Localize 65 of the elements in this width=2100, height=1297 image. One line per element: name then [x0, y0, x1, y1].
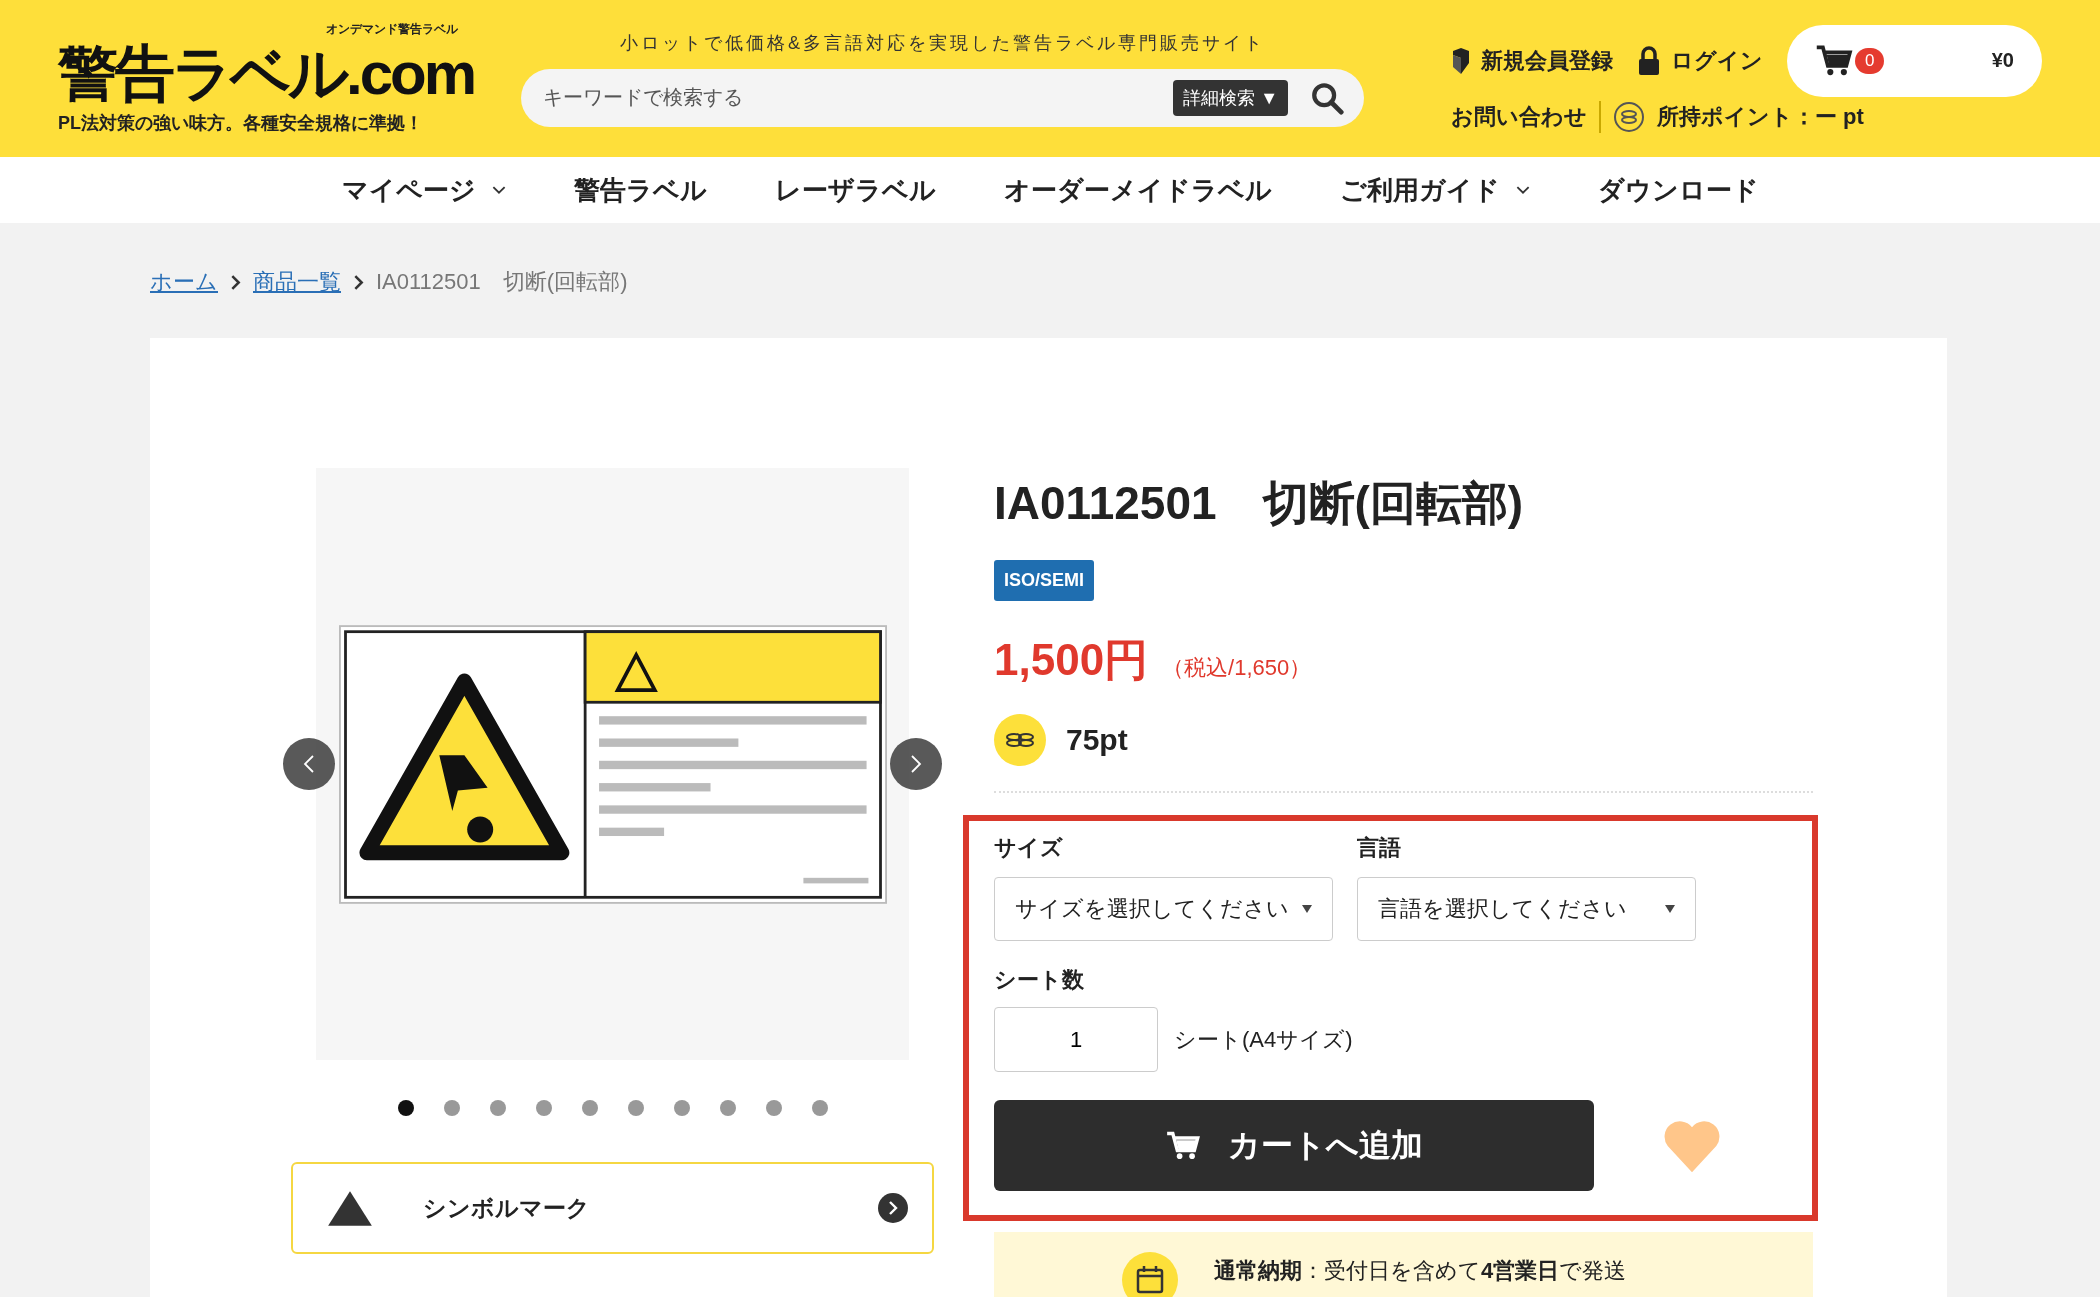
- chevron-right-icon: [353, 273, 364, 291]
- breadcrumb-link[interactable]: ホーム: [150, 267, 218, 297]
- logo-caption: オンデマンド警告ラベル: [326, 21, 458, 37]
- nav-item[interactable]: ダウンロード: [1597, 172, 1759, 208]
- calendar-icon: [1122, 1252, 1178, 1297]
- standard-tag: ISO/SEMI: [994, 560, 1094, 601]
- chevron-right-icon: [230, 273, 241, 291]
- coin-icon: [1613, 100, 1645, 133]
- dropdown-caret-icon: [1665, 905, 1675, 913]
- slide-dot[interactable]: [443, 1100, 460, 1116]
- chevron-right-icon: [910, 754, 922, 774]
- nav-item[interactable]: レーザラベル: [774, 172, 936, 208]
- site-logo[interactable]: 警告ラベル.com: [58, 36, 475, 112]
- cart-total: ¥0: [1991, 49, 2014, 72]
- tax-included-price: （税込/1,650）: [1162, 654, 1312, 682]
- quantity-field[interactable]: 1: [994, 1007, 1158, 1072]
- coins-icon: [994, 714, 1046, 766]
- option-select[interactable]: サイズを選択してください: [994, 877, 1333, 941]
- chevron-circle-icon: [878, 1193, 908, 1223]
- nav-item[interactable]: オーダーメイドラベル: [1003, 172, 1272, 208]
- nav-item[interactable]: 警告ラベル: [573, 172, 707, 208]
- search-field[interactable]: キーワードで検索する 詳細検索 ▼: [521, 68, 1364, 127]
- cart-button[interactable]: 0 ¥0: [1787, 24, 2042, 97]
- logo-slogan: PL法対策の強い味方。各種安全規格に準拠！: [58, 112, 424, 136]
- slide-dot[interactable]: [719, 1100, 736, 1116]
- catchphrase: 小ロットで低価格&多言語対応を実現した警告ラベル専門販売サイト: [620, 31, 1265, 55]
- previous-slide-button[interactable]: [283, 738, 335, 790]
- delivery-text: 通常納期：受付日を含めて4営業日で発送: [1214, 1257, 1627, 1285]
- breadcrumb-link[interactable]: 商品一覧: [253, 267, 341, 297]
- slide-dot[interactable]: [397, 1100, 414, 1116]
- login-link[interactable]: ログイン: [1637, 45, 1763, 76]
- slide-dot[interactable]: [673, 1100, 690, 1116]
- triangle-icon: [327, 1189, 373, 1227]
- slide-dot[interactable]: [765, 1100, 782, 1116]
- option-label: 言語: [1357, 834, 1402, 862]
- cart-icon: [1165, 1130, 1200, 1161]
- cart-icon: [1815, 44, 1853, 77]
- cart-count-badge: 0: [1855, 47, 1885, 74]
- search-icon[interactable]: [1310, 80, 1344, 115]
- slide-dot[interactable]: [489, 1100, 506, 1116]
- breadcrumb-current: IA0112501 切断(回転部): [376, 268, 628, 296]
- slide-dot[interactable]: [581, 1100, 598, 1116]
- advanced-search-button[interactable]: 詳細検索 ▼: [1173, 79, 1288, 116]
- price: 1,500円: [994, 634, 1149, 686]
- option-label: サイズ: [994, 834, 1064, 862]
- contact-link[interactable]: お問い合わせ: [1451, 101, 1587, 132]
- lock-icon: [1637, 45, 1661, 76]
- add-to-cart-button[interactable]: カートへ追加: [994, 1100, 1594, 1191]
- register-link[interactable]: 新規会員登録: [1451, 45, 1613, 76]
- chevron-left-icon: [303, 754, 315, 774]
- earned-points: 75pt: [1066, 723, 1128, 757]
- dropdown-caret-icon: [1302, 905, 1312, 913]
- product-title: IA0112501 切断(回転部): [994, 476, 1524, 531]
- beginner-mark-icon: [1451, 46, 1471, 75]
- slide-dot[interactable]: [627, 1100, 644, 1116]
- slide-dot[interactable]: [535, 1100, 552, 1116]
- quantity-label: シート数: [994, 966, 1085, 994]
- points-balance: 所持ポイント：ー pt: [1657, 102, 1864, 131]
- nav-item[interactable]: ご利用ガイド: [1339, 172, 1530, 208]
- symbol-mark-link[interactable]: シンボルマーク: [291, 1162, 934, 1254]
- nav-item[interactable]: マイページ: [341, 172, 506, 208]
- next-slide-button[interactable]: [890, 738, 942, 790]
- option-select[interactable]: 言語を選択してください: [1357, 877, 1696, 941]
- quantity-unit: シート(A4サイズ): [1174, 1025, 1353, 1054]
- slide-dot[interactable]: [811, 1100, 828, 1116]
